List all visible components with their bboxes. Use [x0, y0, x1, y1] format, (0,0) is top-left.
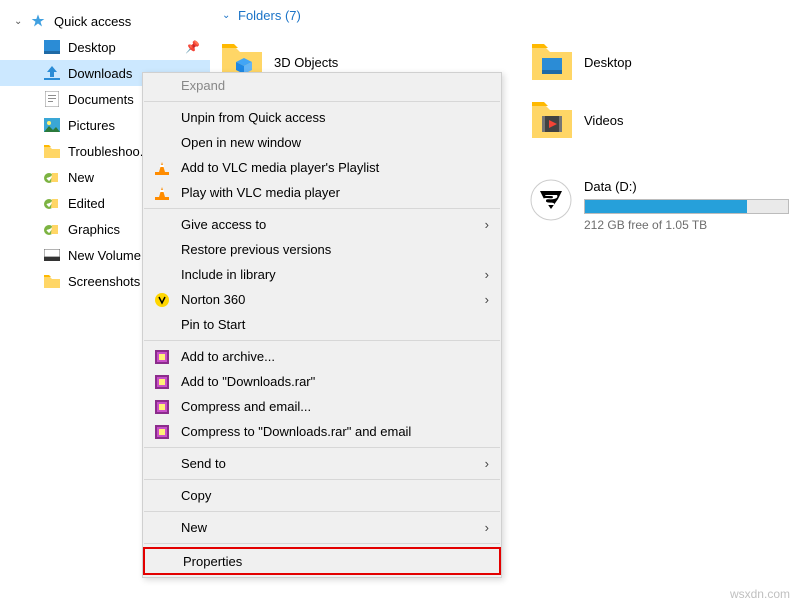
ctx-add-downloads-rar[interactable]: Add to "Downloads.rar" [143, 369, 501, 394]
ctx-expand[interactable]: Expand [143, 73, 501, 98]
videos-folder-icon [530, 98, 574, 142]
ctx-send-to[interactable]: Send to› [143, 451, 501, 476]
chevron-down-icon[interactable]: ⌄ [222, 10, 238, 21]
drive-data-d[interactable]: Data (D:) 212 GB free of 1.05 TB [530, 179, 800, 232]
separator [144, 101, 500, 102]
ctx-unpin[interactable]: Unpin from Quick access [143, 105, 501, 130]
winrar-icon [153, 398, 171, 416]
ctx-compress-downloads-email[interactable]: Compress to "Downloads.rar" and email [143, 419, 501, 444]
drive-superman-icon [530, 179, 574, 223]
sync-folder-icon [42, 168, 62, 186]
pictures-icon [42, 116, 62, 134]
separator [144, 511, 500, 512]
quick-access-root[interactable]: ⌄ Quick access [0, 8, 210, 34]
ctx-give-access[interactable]: Give access to› [143, 212, 501, 237]
vlc-icon [153, 159, 171, 177]
separator [144, 340, 500, 341]
desktop-folder-icon [530, 40, 574, 84]
sync-folder-icon [42, 220, 62, 238]
documents-icon [42, 90, 62, 108]
separator [144, 479, 500, 480]
ctx-add-archive[interactable]: Add to archive... [143, 344, 501, 369]
drive-label: Data (D:) [584, 179, 789, 194]
sync-folder-icon [42, 194, 62, 212]
pin-icon: 📌 [185, 40, 200, 54]
ctx-restore-versions[interactable]: Restore previous versions [143, 237, 501, 262]
sidebar-item-desktop[interactable]: Desktop 📌 [0, 34, 210, 60]
submenu-arrow-icon: › [485, 520, 489, 535]
chevron-down-icon[interactable]: ⌄ [14, 16, 28, 27]
ctx-new[interactable]: New› [143, 515, 501, 540]
quick-access-label: Quick access [54, 14, 131, 29]
folder-desktop[interactable]: Desktop [530, 33, 760, 91]
folder-icon [42, 272, 62, 290]
folders-group-header[interactable]: ⌄ Folders (7) [222, 8, 800, 23]
ctx-include-library[interactable]: Include in library› [143, 262, 501, 287]
vlc-icon [153, 184, 171, 202]
norton-icon [153, 291, 171, 309]
ctx-vlc-playlist[interactable]: Add to VLC media player's Playlist [143, 155, 501, 180]
folder-icon [42, 142, 62, 160]
submenu-arrow-icon: › [485, 292, 489, 307]
star-icon [28, 12, 48, 30]
winrar-icon [153, 423, 171, 441]
ctx-pin-start[interactable]: Pin to Start [143, 312, 501, 337]
winrar-icon [153, 373, 171, 391]
drive-icon [42, 246, 62, 264]
ctx-properties[interactable]: Properties [143, 547, 501, 575]
watermark: wsxdn.com [730, 587, 790, 601]
folder-videos[interactable]: Videos [530, 91, 760, 149]
submenu-arrow-icon: › [485, 267, 489, 282]
ctx-copy[interactable]: Copy [143, 483, 501, 508]
ctx-open-new-window[interactable]: Open in new window [143, 130, 501, 155]
submenu-arrow-icon: › [485, 217, 489, 232]
separator [144, 208, 500, 209]
desktop-icon [42, 38, 62, 56]
drive-usage-bar [584, 199, 789, 214]
downloads-icon [42, 64, 62, 82]
separator [144, 447, 500, 448]
separator [144, 543, 500, 544]
ctx-vlc-play[interactable]: Play with VLC media player [143, 180, 501, 205]
winrar-icon [153, 348, 171, 366]
drive-free-text: 212 GB free of 1.05 TB [584, 218, 789, 232]
context-menu: Expand Unpin from Quick access Open in n… [142, 72, 502, 578]
ctx-compress-email[interactable]: Compress and email... [143, 394, 501, 419]
ctx-norton[interactable]: Norton 360› [143, 287, 501, 312]
submenu-arrow-icon: › [485, 456, 489, 471]
